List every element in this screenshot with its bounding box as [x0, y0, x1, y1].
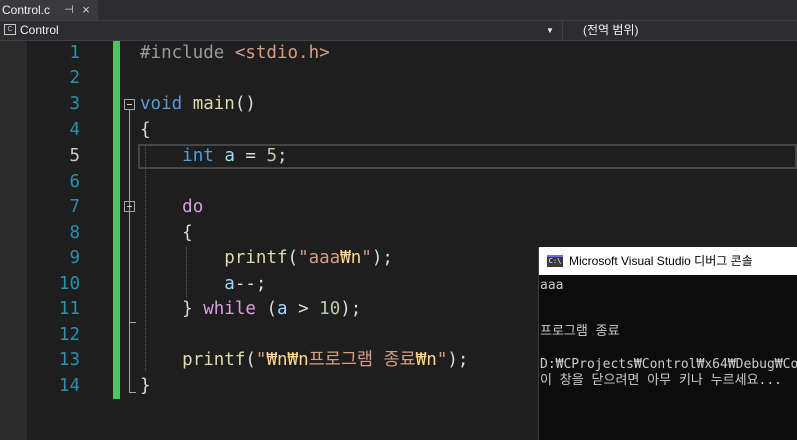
code-line: 1 #include <stdio.h> — [0, 41, 797, 66]
project-dropdown-label: Control — [20, 23, 59, 37]
c-file-icon: C — [4, 24, 16, 35]
code-text: { — [140, 120, 151, 140]
code-text: } while (a > 10); — [182, 299, 362, 319]
console-title: Microsoft Visual Studio 디버그 콘솔 — [569, 254, 753, 268]
code-text: printf("₩n₩n프로그램 종료₩n"); — [182, 350, 469, 370]
code-line: 4 { — [0, 118, 797, 143]
console-app-icon: C:\ — [547, 255, 563, 267]
chevron-down-icon[interactable]: ▼ — [546, 21, 554, 40]
code-text: a--; — [224, 274, 267, 294]
line-number: 11 — [58, 299, 80, 319]
console-title-bar[interactable]: C:\ Microsoft Visual Studio 디버그 콘솔 — [539, 247, 797, 275]
line-number: 9 — [69, 248, 80, 268]
code-text: int a = 5; — [182, 146, 288, 166]
tab-control-c[interactable]: Control.c ⊣ × — [0, 0, 98, 20]
line-number: 4 — [69, 120, 80, 140]
code-line: 6 — [0, 170, 797, 195]
console-output-line: aaa — [540, 278, 564, 293]
code-line: 5 int a = 5; — [0, 144, 797, 169]
line-number: 13 — [58, 350, 80, 370]
line-number: 8 — [69, 223, 80, 243]
code-line: 8 { — [0, 221, 797, 246]
code-line: 7 do — [0, 195, 797, 220]
console-output-line: 프로그램 종료 — [540, 324, 620, 339]
console-output-line: D:₩CProjects₩Control₩x64₩Debug₩Control.e… — [540, 357, 797, 372]
line-number: 14 — [58, 376, 80, 396]
line-number: 6 — [69, 172, 80, 192]
pin-icon[interactable]: ⊣ — [63, 0, 75, 20]
code-text: do — [182, 197, 204, 217]
scope-dropdown[interactable]: (전역 범위) — [562, 21, 797, 40]
code-text: printf("aaa₩n"); — [224, 248, 393, 268]
line-number: 1 — [69, 43, 80, 63]
line-number: 10 — [58, 274, 80, 294]
code-text: void main() — [140, 94, 256, 114]
navigation-bar: C Control ▼ (전역 범위) — [0, 20, 797, 41]
code-text: #include <stdio.h> — [140, 43, 330, 63]
tab-title: Control.c — [2, 3, 51, 17]
code-text: } — [140, 376, 151, 396]
console-output-line: 이 창을 닫으려면 아무 키나 누르세요... — [540, 373, 783, 388]
scope-dropdown-label: (전역 범위) — [583, 23, 639, 37]
line-number: 7 — [69, 197, 80, 217]
code-line: 3 void main() — [0, 92, 797, 117]
line-number: 3 — [69, 94, 80, 114]
close-icon[interactable]: × — [80, 0, 92, 20]
line-number: 2 — [69, 68, 80, 88]
code-text: { — [182, 223, 193, 243]
document-tab-strip: Control.c ⊣ × — [0, 0, 797, 20]
line-number: 12 — [58, 325, 80, 345]
project-dropdown[interactable]: C Control ▼ — [0, 21, 562, 40]
debug-console-window[interactable]: C:\ Microsoft Visual Studio 디버그 콘솔 aaa 프… — [538, 247, 797, 440]
line-number: 5 — [69, 146, 80, 166]
code-line: 2 — [0, 66, 797, 91]
